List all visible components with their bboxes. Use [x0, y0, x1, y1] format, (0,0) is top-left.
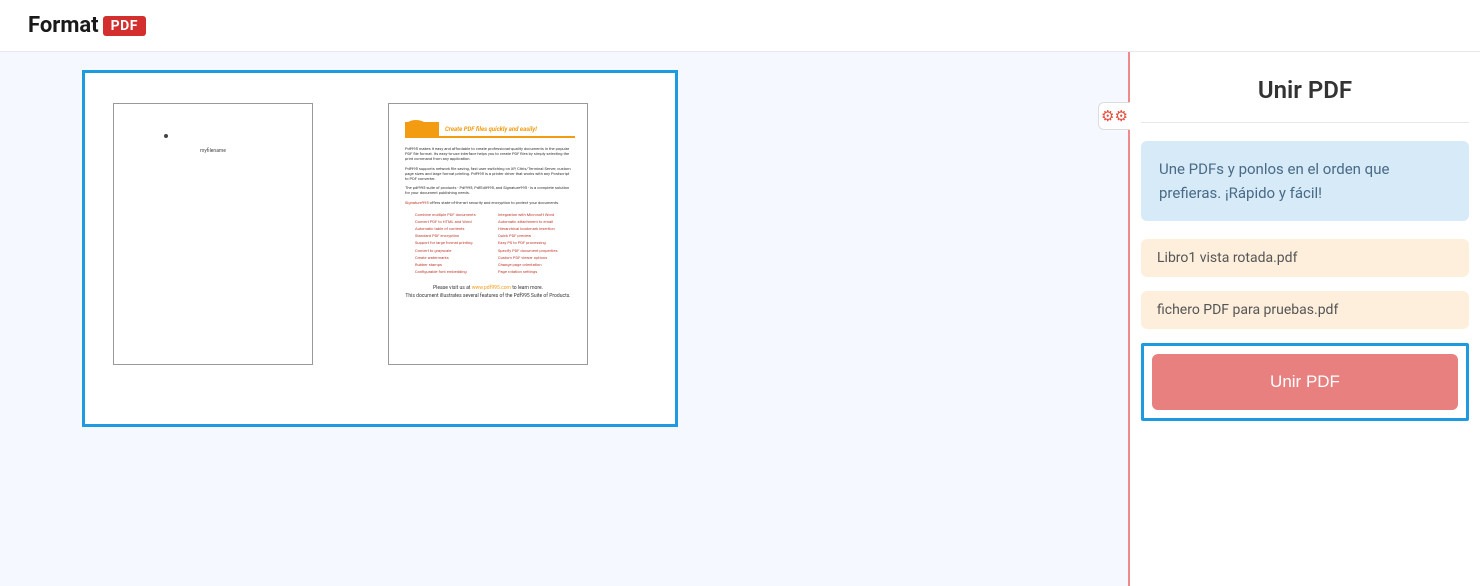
- page-thumbnail[interactable]: Create PDF files quickly and easily! Pdf…: [388, 103, 588, 365]
- merge-pdf-button[interactable]: Unir PDF: [1152, 354, 1458, 410]
- file-item[interactable]: Libro1 vista rotada.pdf: [1141, 239, 1469, 277]
- thumb-feature-columns: Combine multiple PDF documents Convert P…: [415, 211, 571, 276]
- main-area: myfilename Create PDF files quickly and …: [0, 52, 1480, 586]
- settings-toggle[interactable]: ⚙⚙: [1098, 102, 1130, 130]
- info-message: Une PDFs y ponlos en el orden que prefie…: [1141, 141, 1469, 221]
- sidebar-panel: ⚙⚙ Unir PDF Une PDFs y ponlos en el orde…: [1130, 52, 1480, 586]
- thumb-paragraph: The pdf995 suite of products - Pdf995, P…: [405, 185, 571, 195]
- thumb-text: myfilename: [134, 148, 292, 154]
- preview-area: myfilename Create PDF files quickly and …: [0, 52, 1128, 586]
- page-thumbnail[interactable]: myfilename: [113, 103, 313, 365]
- action-highlight: Unir PDF: [1141, 343, 1469, 421]
- thumb-paragraph: Signature995 offers state-of-the-art sec…: [405, 200, 571, 205]
- logo[interactable]: Format PDF: [28, 13, 146, 38]
- sidebar-title: Unir PDF: [1141, 76, 1469, 104]
- thumb-footer: Please visit us at www.pdf995.com to lea…: [405, 285, 571, 299]
- app-header: Format PDF: [0, 0, 1480, 52]
- pdf-tagline: Create PDF files quickly and easily!: [445, 126, 537, 133]
- pdf-logo-swoosh: Create PDF files quickly and easily!: [405, 122, 575, 138]
- gear-icon: ⚙⚙: [1101, 109, 1128, 124]
- logo-text: Format: [28, 13, 99, 38]
- thumb-marker: [164, 134, 168, 138]
- thumb-paragraph: Pdf995 makes it easy and affordable to c…: [405, 146, 571, 162]
- thumb-paragraph: Pdf995 supports network file saving, fas…: [405, 166, 571, 182]
- sidebar-divider: [1141, 122, 1469, 123]
- logo-badge: PDF: [103, 16, 146, 36]
- preview-selection-box[interactable]: myfilename Create PDF files quickly and …: [82, 70, 678, 427]
- file-item[interactable]: fichero PDF para pruebas.pdf: [1141, 291, 1469, 329]
